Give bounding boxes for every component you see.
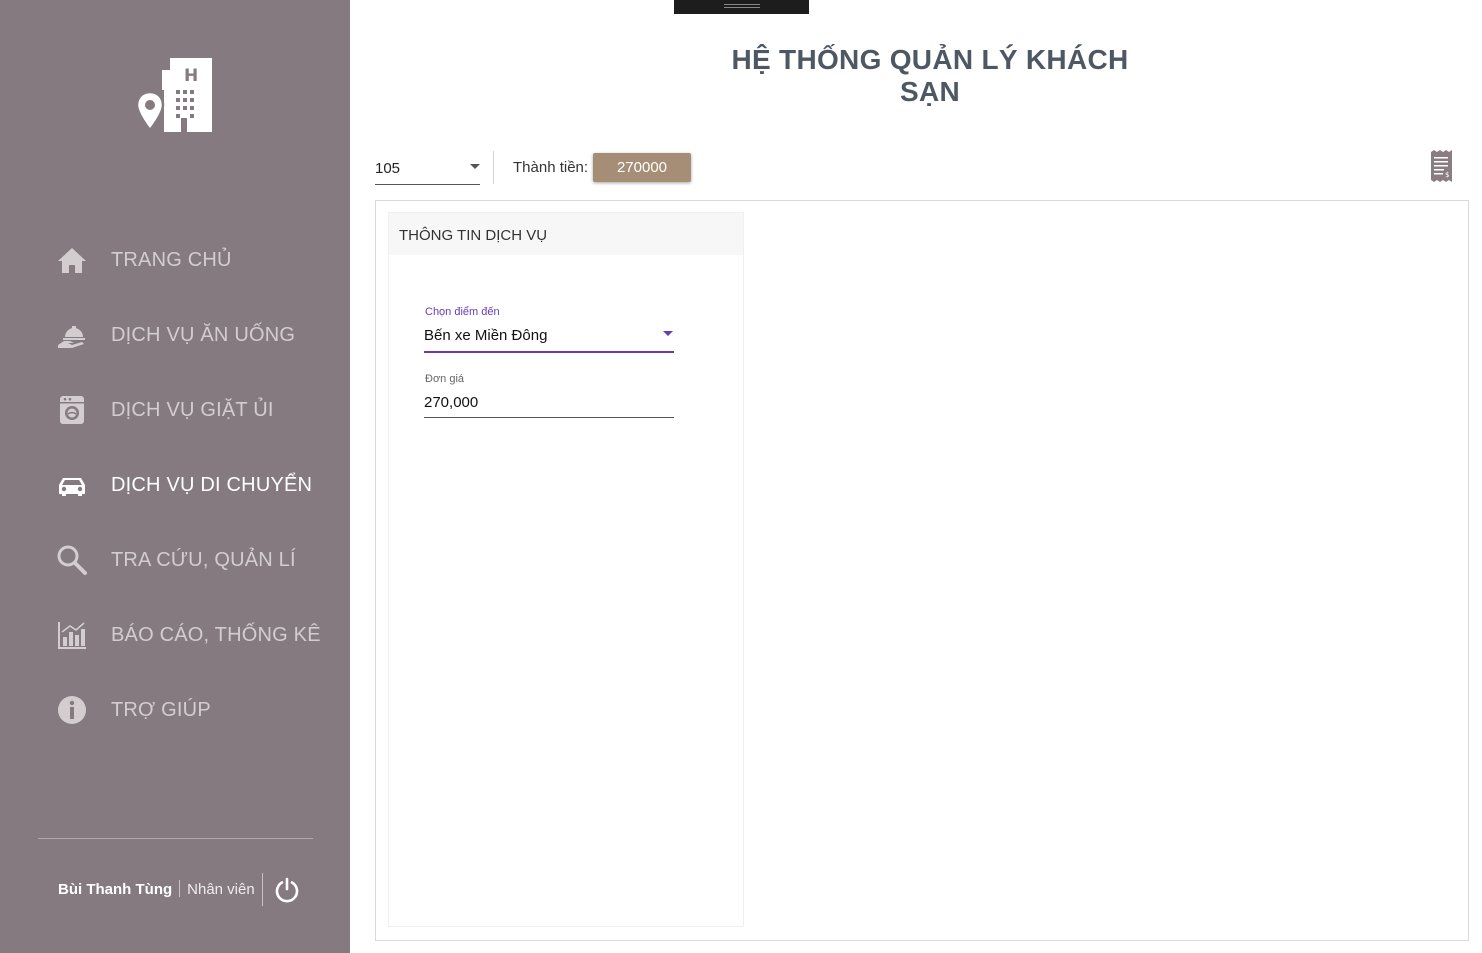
user-role: Nhân viên (187, 881, 255, 898)
card-header: THÔNG TIN DỊCH VỤ (389, 213, 743, 255)
svg-text:H: H (184, 66, 198, 86)
sidebar-item-label: DỊCH VỤ DI CHUYỂN (111, 473, 313, 496)
destination-select[interactable]: Chọn điểm đến Bến xe Miền Đông (424, 305, 674, 353)
drag-grip-icon (724, 4, 760, 8)
user-info-separator (179, 880, 181, 897)
destination-value: Bến xe Miền Đông (424, 327, 548, 344)
receipt-icon[interactable]: $ (1429, 150, 1453, 182)
logout-separator (262, 873, 263, 906)
sidebar: H TRANG CHỦ DỊCH VỤ ĂN UỐNG DỊCH VỤ GIẶT… (0, 0, 350, 953)
window-drag-handle[interactable] (674, 0, 809, 14)
sidebar-item-label: TRỢ GIÚP (111, 698, 211, 721)
sidebar-item-tra-cuu-quan-li[interactable]: TRA CỨU, QUẢN LÍ (56, 540, 336, 580)
sidebar-item-label: TRANG CHỦ (111, 248, 232, 271)
hotel-location-icon: H (136, 58, 212, 134)
room-select-value: 105 (375, 160, 401, 177)
card-title: THÔNG TIN DỊCH VỤ (399, 227, 548, 244)
user-info: Bùi Thanh Tùng Nhân viên (58, 880, 255, 898)
sidebar-divider (38, 838, 313, 839)
sidebar-item-dich-vu-giat-ui[interactable]: DỊCH VỤ GIẶT ỦI (56, 390, 336, 430)
total-amount-badge: 270000 (593, 153, 691, 182)
power-icon[interactable] (274, 877, 300, 903)
sidebar-item-label: DỊCH VỤ ĂN UỐNG (111, 323, 296, 346)
sidebar-item-dich-vu-an-uong[interactable]: DỊCH VỤ ĂN UỐNG (56, 315, 336, 355)
toolbar-separator (493, 151, 494, 184)
unit-price-label: Đơn giá (425, 373, 465, 385)
chevron-down-icon (663, 331, 673, 336)
total-label: Thành tiền: (513, 159, 589, 176)
info-icon (56, 694, 88, 726)
sidebar-item-label: BÁO CÁO, THỐNG KÊ (111, 623, 321, 646)
page-title: HỆ THỐNG QUẢN LÝ KHÁCH SẠN (731, 44, 1129, 107)
sidebar-item-bao-cao-thong-ke[interactable]: BÁO CÁO, THỐNG KÊ (56, 615, 336, 655)
chart-icon (56, 619, 88, 651)
svg-text:$: $ (1445, 171, 1449, 179)
washing-machine-icon (56, 394, 88, 426)
unit-price-field[interactable]: Đơn giá 270,000 (424, 372, 674, 418)
room-service-icon (56, 319, 88, 351)
destination-label: Chọn điểm đến (425, 306, 500, 318)
home-icon (56, 244, 88, 276)
car-icon (56, 469, 88, 501)
sidebar-item-dich-vu-di-chuyen[interactable]: DỊCH VỤ DI CHUYỂN (56, 465, 336, 505)
room-select[interactable]: 105 (375, 152, 480, 185)
sidebar-item-tro-giup[interactable]: TRỢ GIÚP (56, 690, 336, 730)
user-name: Bùi Thanh Tùng (58, 881, 173, 898)
sidebar-item-label: DỊCH VỤ GIẶT ỦI (111, 398, 274, 421)
chevron-down-icon (470, 164, 480, 169)
unit-price-value: 270,000 (424, 394, 479, 411)
sidebar-item-trang-chu[interactable]: TRANG CHỦ (56, 240, 336, 280)
search-icon (56, 544, 88, 576)
sidebar-item-label: TRA CỨU, QUẢN LÍ (111, 548, 296, 571)
